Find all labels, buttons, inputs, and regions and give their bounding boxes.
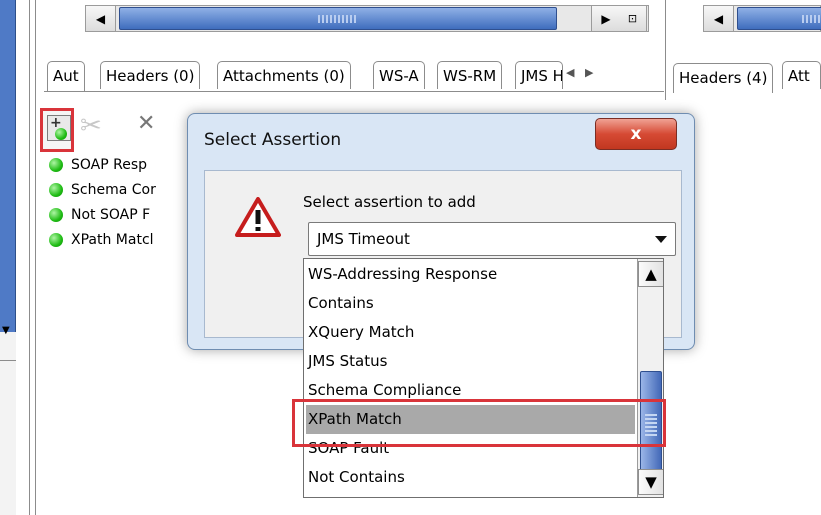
zoom-icon[interactable]: ⊡ (619, 6, 647, 31)
prompt-label: Select assertion to add (303, 193, 476, 211)
tab-ws-a[interactable]: WS-A (373, 61, 425, 89)
dropdown-item[interactable]: Not Contains (306, 463, 635, 492)
left-panel-edge (0, 0, 16, 332)
left-collapse-arrow-icon[interactable]: ▼ (2, 326, 12, 336)
x-icon[interactable]: ✕ (137, 111, 155, 136)
horizontal-scrollbar-left[interactable]: ◀ ▶ ⊡ (85, 5, 649, 32)
close-button[interactable]: x (595, 118, 677, 150)
add-assertion-button[interactable]: + (40, 108, 74, 152)
vertical-scrollbar[interactable]: ▲ ▼ (637, 259, 663, 497)
tab-ws-rm[interactable]: WS-RM (437, 61, 503, 89)
tab-jms-headers[interactable]: JMS H (515, 61, 563, 89)
scroll-left-icon[interactable]: ◀ (704, 6, 734, 31)
selection-highlight (292, 399, 666, 447)
scroll-left-icon[interactable]: ◀ (86, 6, 116, 31)
tab-baseline (44, 91, 664, 92)
dropdown-item[interactable]: Contains (306, 289, 635, 318)
list-item[interactable]: Not SOAP F (49, 203, 150, 227)
scroll-up-icon[interactable]: ▲ (638, 261, 663, 287)
list-item[interactable]: Schema Cor (49, 178, 156, 202)
tab-attachments-right[interactable]: Att (782, 61, 821, 89)
assertion-select[interactable]: JMS Timeout (308, 222, 676, 256)
add-assertion-icon: + (47, 115, 71, 141)
status-ok-icon (49, 233, 63, 247)
scroll-thumb[interactable] (119, 7, 557, 30)
tab-scroll-arrows[interactable]: ◀ ▶ (566, 66, 636, 86)
status-ok-icon (49, 183, 63, 197)
close-icon: x (630, 124, 642, 144)
status-ok-icon (49, 208, 63, 222)
tab-headers-right[interactable]: Headers (4) (673, 63, 774, 93)
scroll-right-icon[interactable]: ▶ (591, 6, 621, 31)
panel-separator (29, 0, 30, 515)
remove-icon[interactable]: ✂ (80, 111, 102, 141)
selected-value: JMS Timeout (317, 230, 410, 248)
list-item[interactable]: SOAP Resp (49, 153, 147, 177)
dialog-title: Select Assertion (204, 130, 342, 150)
tab-attachments[interactable]: Attachments (0) (217, 61, 351, 89)
status-ok-icon (49, 158, 63, 172)
scroll-grip (802, 15, 821, 23)
dropdown-item[interactable]: WS-Addressing Response (306, 260, 635, 289)
scroll-thumb[interactable] (737, 7, 821, 30)
list-item[interactable]: XPath Matcl (49, 228, 154, 252)
dropdown-item[interactable]: JMS Status (306, 347, 635, 376)
divider (0, 360, 16, 361)
tab-aut[interactable]: Aut (47, 61, 85, 91)
warning-triangle-icon (235, 197, 281, 237)
horizontal-scrollbar-right[interactable]: ◀ (703, 5, 821, 32)
tab-headers[interactable]: Headers (0) (100, 61, 201, 89)
dropdown-item[interactable]: XQuery Match (306, 318, 635, 347)
panel-separator (35, 0, 36, 515)
panel-separator (665, 0, 666, 100)
chevron-down-icon[interactable] (655, 236, 667, 243)
scroll-down-icon[interactable]: ▼ (638, 469, 663, 495)
scroll-grip (318, 15, 358, 23)
assertion-dropdown-list[interactable]: WS-Addressing Response Contains XQuery M… (303, 258, 664, 498)
